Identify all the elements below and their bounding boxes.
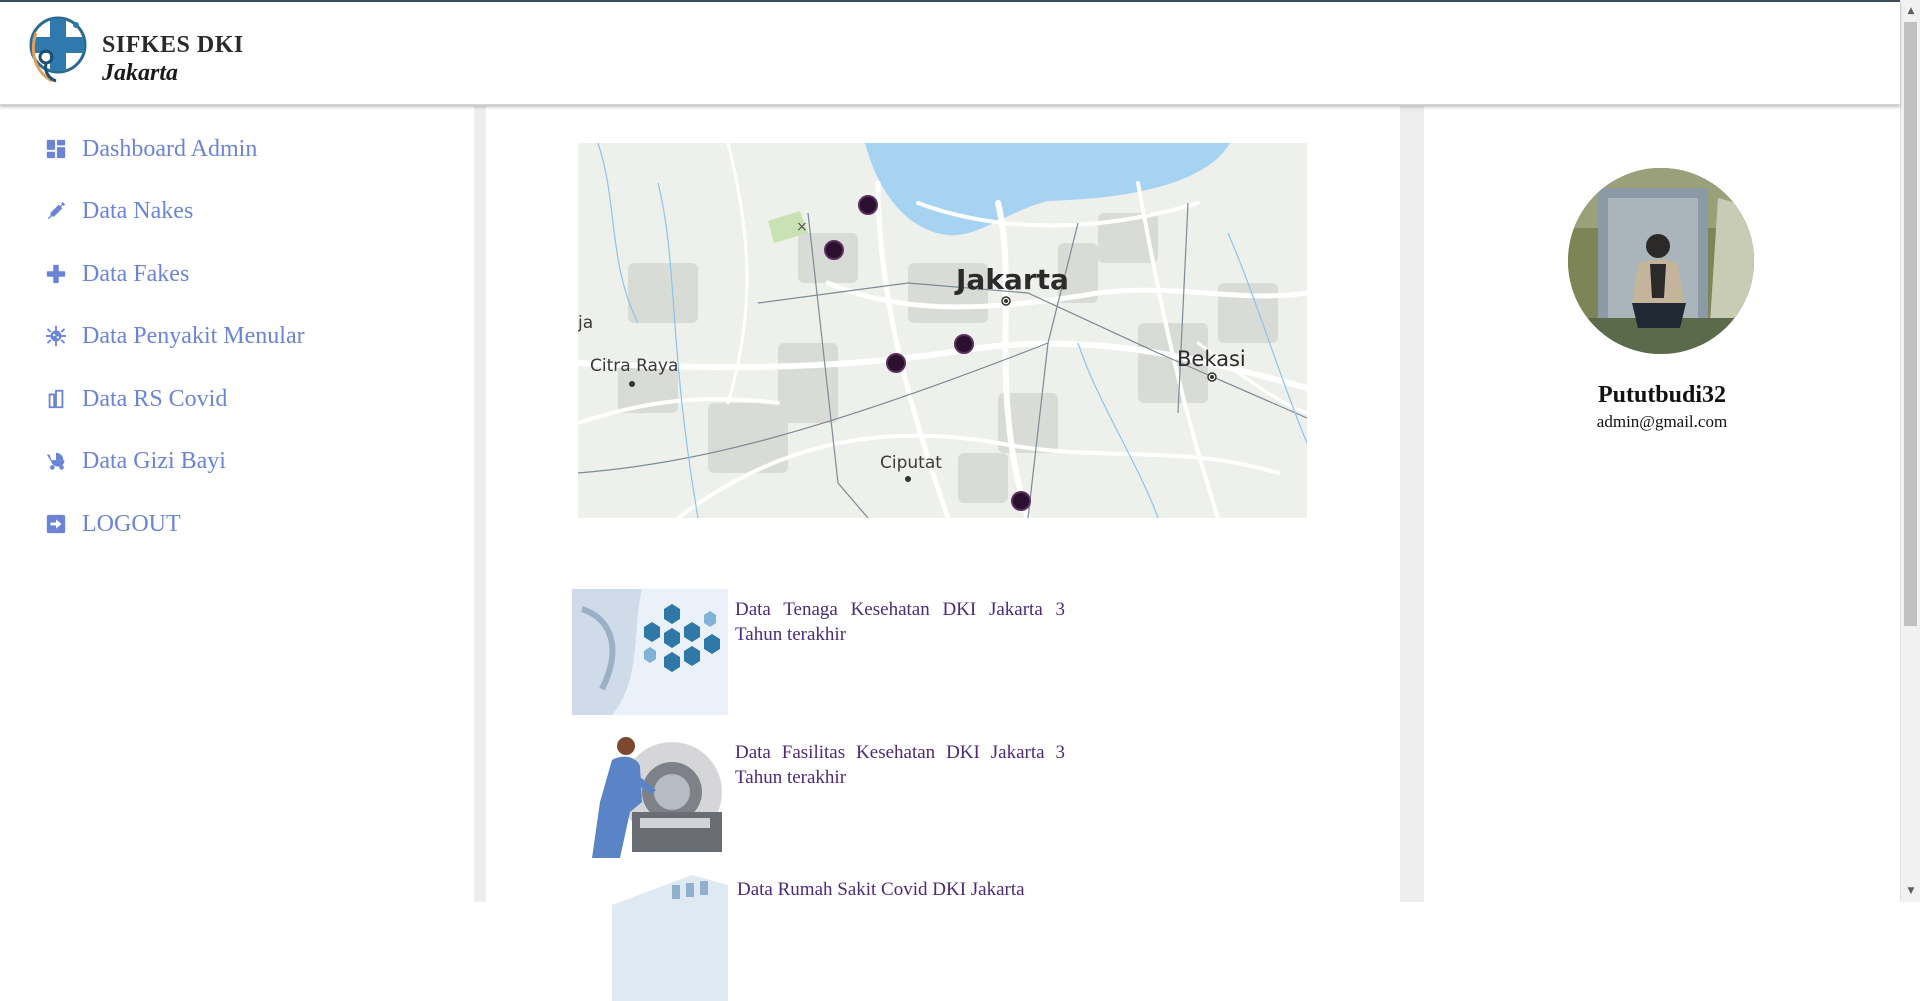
map-label-ciputat: Ciputat xyxy=(880,453,942,473)
sidebar-item-label: Data Penyakit Menular xyxy=(82,322,305,349)
right-gutter xyxy=(1400,106,1424,902)
map-label-jakarta: Jakarta xyxy=(956,263,1069,296)
sidebar-item-logout[interactable]: LOGOUT xyxy=(44,506,181,542)
card-data-rs-covid[interactable]: Data Rumah Sakit Covid DKI Jakarta xyxy=(572,875,1092,1001)
sidebar-item-label: Data Fakes xyxy=(82,260,190,287)
sidebar-item-label: Data Nakes xyxy=(82,197,194,224)
syringe-icon xyxy=(44,199,68,223)
scroll-up-arrow-icon[interactable]: ▲ xyxy=(1901,2,1920,20)
sidebar-item-data-fakes[interactable]: Data Fakes xyxy=(44,256,189,292)
avatar[interactable] xyxy=(1568,168,1754,354)
sidebar-item-data-nakes[interactable]: Data Nakes xyxy=(44,193,193,229)
sidebar-item-data-gizi-bayi[interactable]: Data Gizi Bayi xyxy=(44,443,226,479)
hospital-building-icon xyxy=(44,387,68,411)
baby-carriage-icon xyxy=(44,449,68,473)
card-title: Data Rumah Sakit Covid DKI Jakarta xyxy=(737,879,1025,900)
sifkes-logo[interactable] xyxy=(26,11,90,87)
sidebar-item-label: LOGOUT xyxy=(82,510,181,537)
logout-icon xyxy=(44,512,68,536)
sidebar-item-data-penyakit-menular[interactable]: Data Penyakit Menular xyxy=(44,318,305,354)
sidebar-item-dashboard-admin[interactable]: Dashboard Admin xyxy=(44,131,257,167)
brand-title: SIFKES DKI xyxy=(102,32,244,58)
map-label-citra-raya: Citra Raya xyxy=(590,356,679,376)
map-label-bekasi: Bekasi xyxy=(1177,347,1246,371)
scrollbar-thumb[interactable] xyxy=(1904,22,1917,626)
sidebar-item-label: Dashboard Admin xyxy=(82,135,258,162)
profile-username: Pututbudi32 xyxy=(1597,382,1727,408)
sidebar-item-label: Data Gizi Bayi xyxy=(82,447,226,474)
card-data-nakes[interactable]: Data Tenaga Kesehatan DKI Jakarta 3 Tahu… xyxy=(572,589,1092,715)
card-title: Data Tenaga Kesehatan DKI Jakarta 3 Tahu… xyxy=(735,599,1065,645)
sidebar: Dashboard Admin Data Nakes Data Fakes Da… xyxy=(0,106,474,902)
sidebar-item-data-rs-covid[interactable]: Data RS Covid xyxy=(44,381,227,417)
card-thumbnail xyxy=(572,875,728,1001)
left-gutter xyxy=(474,106,486,902)
top-header: SIFKES DKI Jakarta xyxy=(0,2,1900,105)
dashboard-icon xyxy=(44,137,68,161)
brand-subtitle: Jakarta xyxy=(102,60,179,86)
vertical-scrollbar[interactable]: ▲ ▼ xyxy=(1900,0,1920,902)
plus-icon xyxy=(44,262,68,286)
card-thumbnail xyxy=(572,589,728,715)
profile-email: admin@gmail.com xyxy=(1596,412,1728,431)
map-label-edge: ja xyxy=(578,313,594,333)
scroll-down-arrow-icon[interactable]: ▼ xyxy=(1901,882,1920,900)
sidebar-item-label: Data RS Covid xyxy=(82,385,228,412)
card-title: Data Fasilitas Kesehatan DKI Jakarta 3 T… xyxy=(735,742,1065,788)
virus-icon xyxy=(44,324,68,348)
svg-text:×: × xyxy=(796,219,808,235)
card-thumbnail xyxy=(572,732,728,858)
jakarta-map[interactable]: × Jakarta Bekasi Citra Raya Ciputat ja xyxy=(578,143,1307,518)
card-data-fakes[interactable]: Data Fasilitas Kesehatan DKI Jakarta 3 T… xyxy=(572,732,1092,858)
